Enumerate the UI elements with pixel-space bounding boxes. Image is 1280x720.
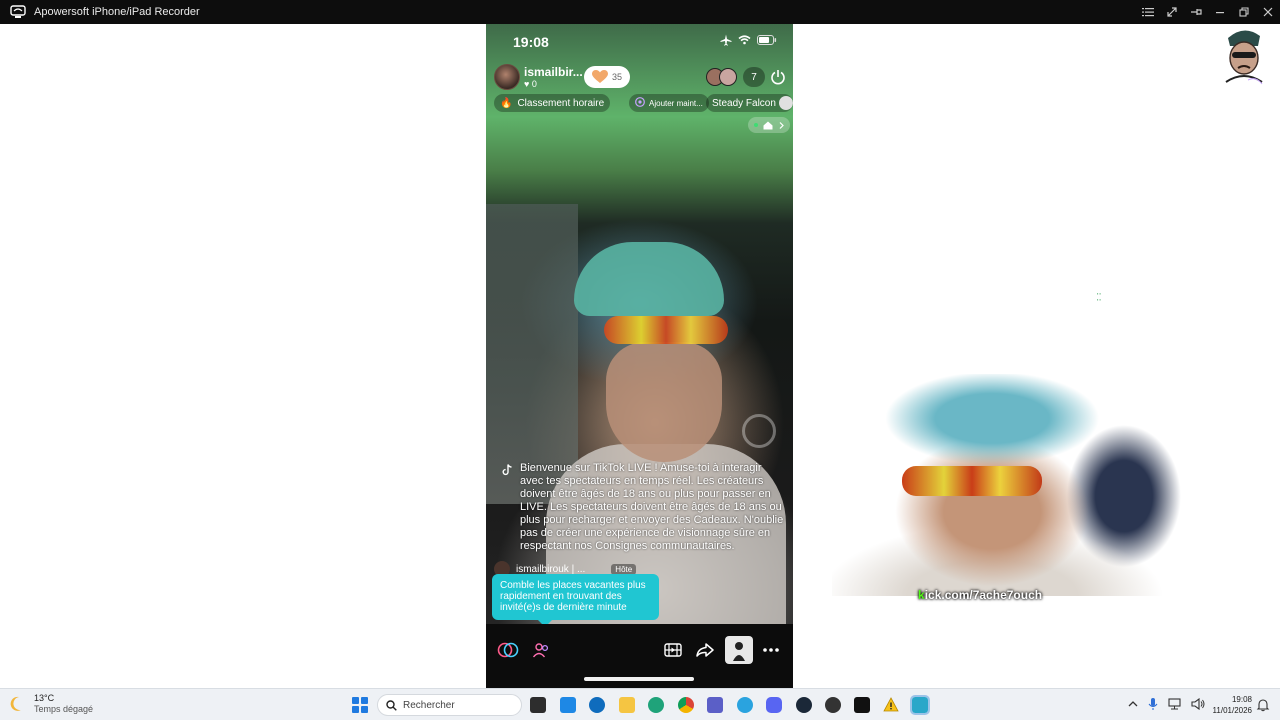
wifi-icon xyxy=(738,35,751,45)
tiktok-icon xyxy=(502,462,516,553)
weather-widget[interactable]: 13°C Temps dégagé xyxy=(10,693,93,715)
like-count: 35 xyxy=(611,72,622,82)
kick-channel-link: kick.com/7ache7ouch xyxy=(918,588,1043,602)
guest-tooltip[interactable]: Comble les places vacantes plus rapideme… xyxy=(492,574,659,627)
viewer-list[interactable]: 7 xyxy=(706,66,765,88)
window-title: Apowersoft iPhone/iPad Recorder xyxy=(34,6,200,18)
warning-icon[interactable] xyxy=(883,697,899,713)
gift-thumbnail[interactable] xyxy=(725,636,753,664)
host-badge: Hôte xyxy=(611,563,637,575)
kick-studio-icon[interactable] xyxy=(854,697,870,713)
recorder-taskbar-icon[interactable] xyxy=(910,695,930,715)
status-time: 19:08 xyxy=(513,34,549,50)
green-dot-icon xyxy=(753,123,758,127)
network-icon[interactable] xyxy=(1168,698,1181,710)
volume-icon[interactable] xyxy=(1191,698,1205,710)
start-button[interactable] xyxy=(352,697,368,713)
search-icon xyxy=(386,699,397,711)
home-indicator xyxy=(584,677,694,681)
file-explorer-icon[interactable] xyxy=(619,697,635,713)
fullscreen-icon[interactable] xyxy=(1160,0,1184,24)
taskbar-clock[interactable]: 19:08 11/01/2026 xyxy=(1206,694,1252,716)
microphone-icon[interactable] xyxy=(1148,697,1158,711)
edge-icon[interactable] xyxy=(648,697,664,713)
system-tray xyxy=(1128,697,1205,711)
close-button[interactable] xyxy=(1256,0,1280,24)
phone-screen: 19:08 ismailbir... ♥ 0 35 7 🔥 Classement… xyxy=(486,24,793,688)
home-icon[interactable] xyxy=(763,121,773,130)
list-menu-icon[interactable] xyxy=(1136,0,1160,24)
notification-bell-icon[interactable] xyxy=(1256,698,1270,712)
welcome-message: Bienvenue sur TikTok LIVE ! Amuse-toi à … xyxy=(502,462,784,553)
host-name: ismailbir... xyxy=(524,64,583,79)
battery-icon xyxy=(757,35,777,45)
obs-icon[interactable] xyxy=(825,697,841,713)
record-ring-button[interactable] xyxy=(742,414,776,448)
chrome-icon[interactable] xyxy=(678,697,694,713)
guest-avatar xyxy=(778,96,793,110)
discord-icon[interactable] xyxy=(766,697,782,713)
viewer-avatar xyxy=(719,68,737,86)
teams-icon[interactable] xyxy=(707,697,723,713)
host-info[interactable]: ismailbir... ♥ 0 xyxy=(494,64,583,90)
chevron-up-icon[interactable] xyxy=(1128,699,1138,709)
multi-guest-button[interactable] xyxy=(494,636,522,664)
telegram-icon[interactable] xyxy=(737,697,753,713)
add-guest-icon xyxy=(635,97,645,109)
host-avatar[interactable] xyxy=(494,64,520,90)
like-counter[interactable]: 35 xyxy=(584,66,630,88)
steam-icon[interactable] xyxy=(796,697,812,713)
windows-taskbar: 13°C Temps dégagé Rechercher 19:08 11/01… xyxy=(0,688,1280,720)
guests-button[interactable] xyxy=(527,636,555,664)
window-titlebar: Apowersoft iPhone/iPad Recorder xyxy=(0,0,1280,24)
clock-date: 11/01/2026 xyxy=(1212,706,1252,715)
comment-user: ismailbirouk | ... xyxy=(516,563,586,575)
power-icon[interactable] xyxy=(768,67,788,87)
share-icon[interactable] xyxy=(691,636,719,664)
fire-icon: 🔥 xyxy=(500,97,513,109)
minimize-button[interactable] xyxy=(1208,0,1232,24)
moon-icon xyxy=(10,696,21,711)
airplane-icon xyxy=(720,34,732,46)
ios-status-bar: 19:08 xyxy=(486,24,793,60)
live-bottom-bar xyxy=(486,624,793,688)
guest-chip[interactable]: Steady Falcon xyxy=(706,94,793,112)
store-icon[interactable] xyxy=(560,697,576,713)
chevron-right-icon[interactable] xyxy=(779,121,784,129)
more-icon[interactable] xyxy=(757,636,785,664)
outlook-icon[interactable] xyxy=(589,697,605,713)
hourly-ranking-chip[interactable]: 🔥 Classement horaire xyxy=(494,94,611,112)
add-guest-chip[interactable]: Ajouter maint... xyxy=(629,94,709,112)
task-view-icon[interactable] xyxy=(530,697,546,713)
streamer-logo xyxy=(1222,24,1266,88)
search-placeholder: Rechercher xyxy=(403,699,455,711)
restore-button[interactable] xyxy=(1232,0,1256,24)
taskbar-search[interactable]: Rechercher xyxy=(377,694,522,716)
tiny-overlay-text: ▪ ▪ ▪ ▪ xyxy=(1097,291,1101,302)
host-likes: ♥ 0 xyxy=(524,78,537,89)
clock-time: 19:08 xyxy=(1231,695,1252,704)
viewer-count: 7 xyxy=(743,67,765,87)
mini-controls[interactable] xyxy=(748,117,790,133)
pin-icon[interactable] xyxy=(1184,0,1208,24)
recorder-app-icon xyxy=(10,4,26,20)
weather-desc: Temps dégagé xyxy=(34,704,94,714)
heart-gift-icon xyxy=(591,70,608,83)
film-icon[interactable] xyxy=(659,636,687,664)
webcam-overlay xyxy=(832,374,1188,596)
weather-temp: 13°C xyxy=(34,693,55,703)
heart-icon: ♥ xyxy=(524,78,530,89)
